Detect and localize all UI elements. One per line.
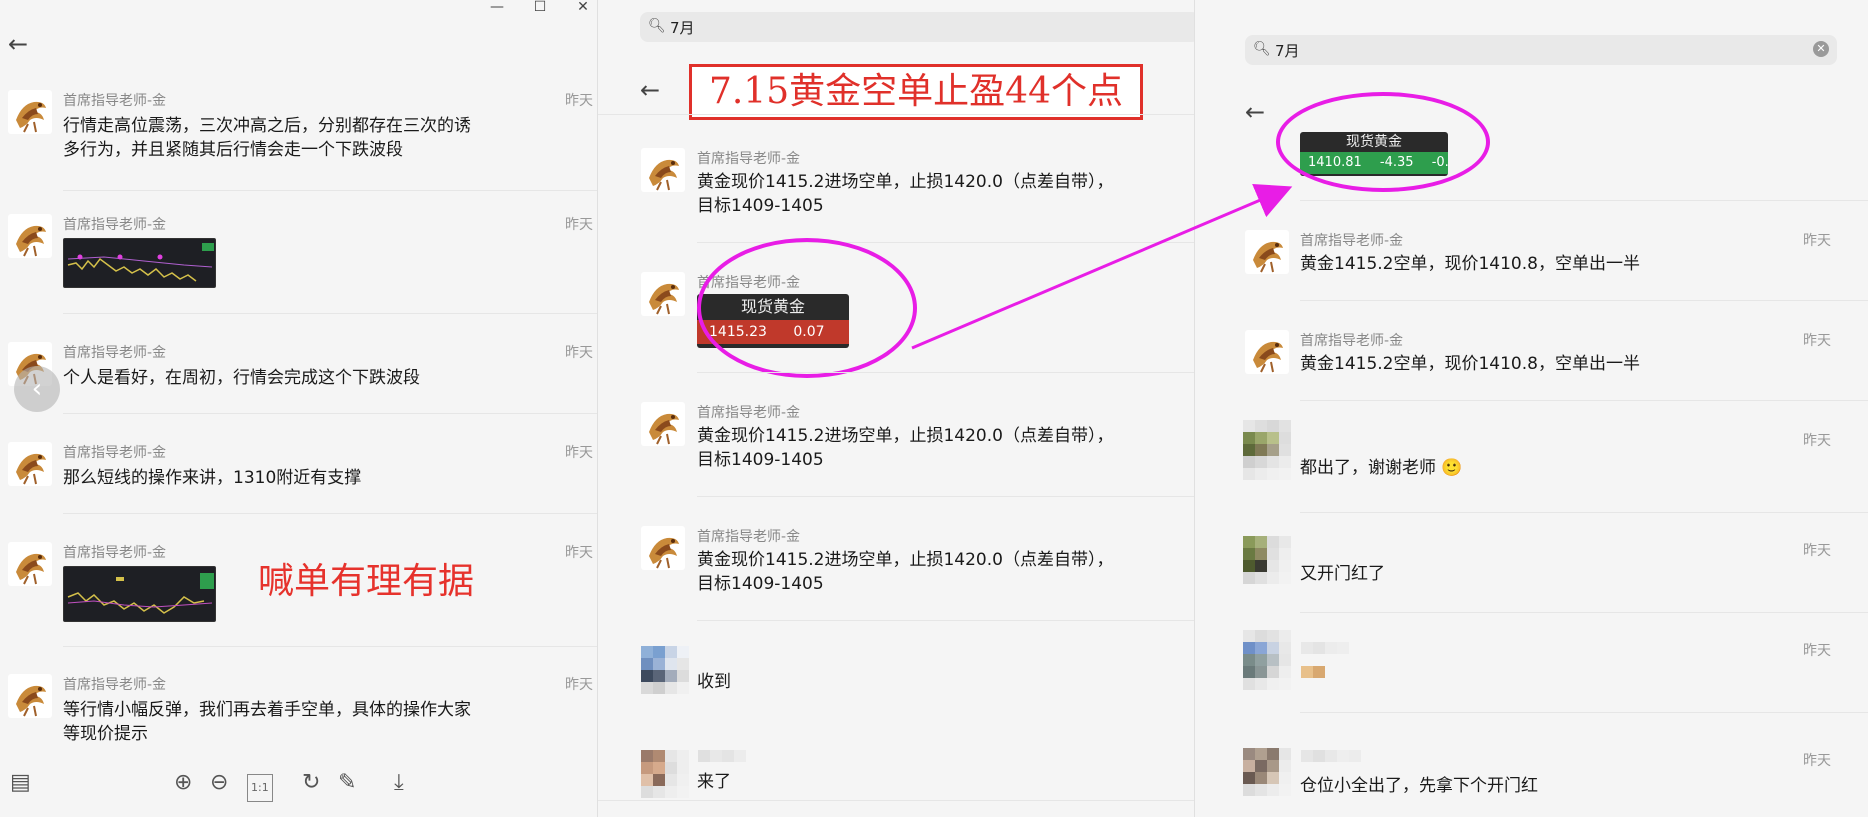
annotation-arrow xyxy=(911,183,1293,350)
